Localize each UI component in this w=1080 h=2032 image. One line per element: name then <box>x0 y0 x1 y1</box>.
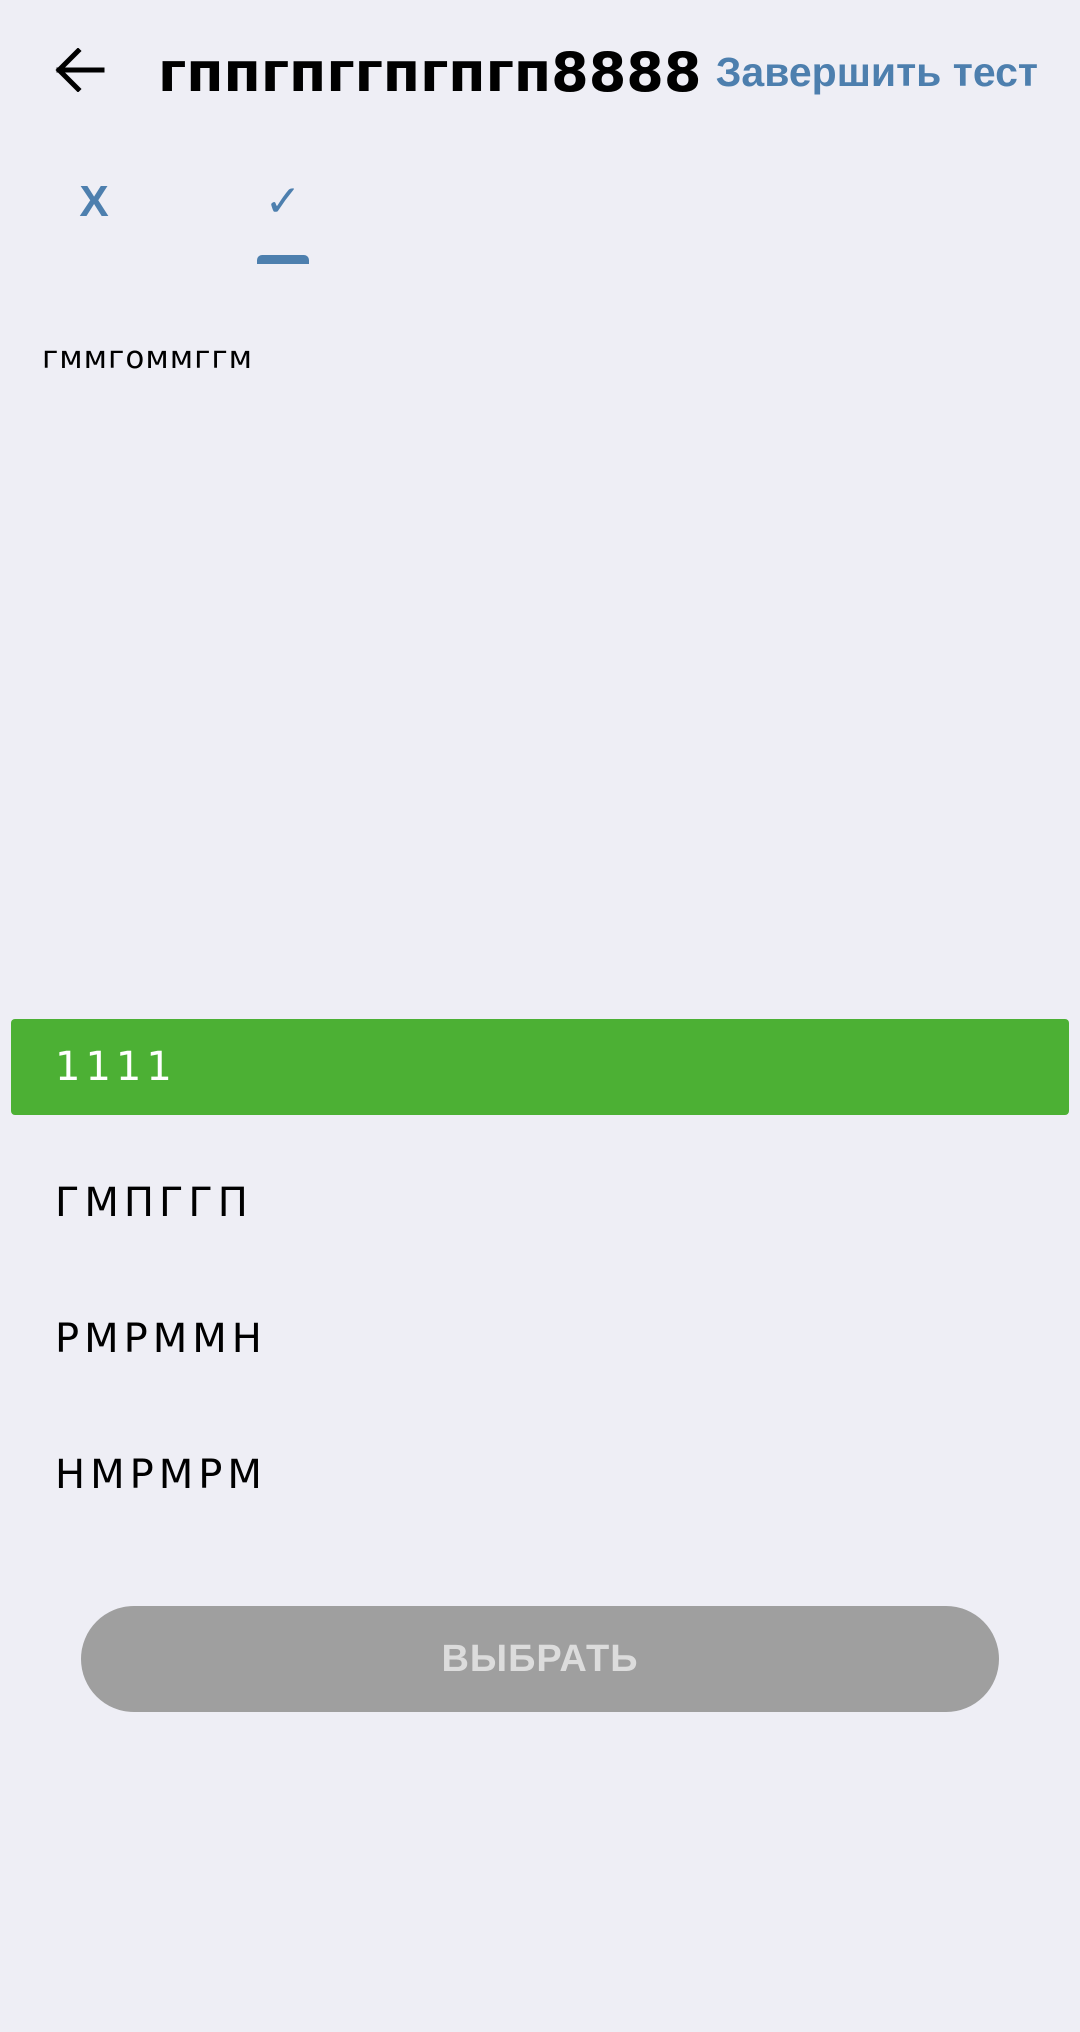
finish-test-button[interactable]: Завершить тест <box>716 46 1038 98</box>
arrow-back-icon <box>55 48 105 92</box>
tab-label: X <box>79 177 109 226</box>
answer-option-2[interactable]: ГМПГГП <box>11 1155 1069 1251</box>
question-tabs: X ✓ <box>0 160 1080 270</box>
choose-button[interactable]: ВЫБРАТЬ <box>81 1606 999 1712</box>
answer-option-1[interactable]: 1111 <box>11 1019 1069 1115</box>
answer-options: 1111 ГМПГГП РМРММН НМРМРМ <box>11 1019 1069 1563</box>
answer-option-4[interactable]: НМРМРМ <box>11 1427 1069 1523</box>
tab-correct[interactable]: ✓ <box>223 160 343 264</box>
active-tab-indicator <box>257 255 309 264</box>
back-button[interactable] <box>44 30 116 110</box>
question-text: гммгоммггм <box>42 340 254 376</box>
answer-option-label: 1111 <box>55 1044 177 1090</box>
answer-option-label: НМРМРМ <box>55 1452 267 1498</box>
page-title: гппгпггпгпгп8888 <box>158 41 702 104</box>
tab-label: ✓ <box>264 176 302 227</box>
tab-wrong[interactable]: X <box>34 160 154 264</box>
answer-option-label: ГМПГГП <box>55 1180 253 1226</box>
answer-option-label: РМРММН <box>55 1316 267 1362</box>
answer-option-3[interactable]: РМРММН <box>11 1291 1069 1387</box>
top-app-bar: гппгпггпгпгп8888 Завершить тест <box>0 0 1080 145</box>
choose-button-label: ВЫБРАТЬ <box>441 1637 639 1680</box>
